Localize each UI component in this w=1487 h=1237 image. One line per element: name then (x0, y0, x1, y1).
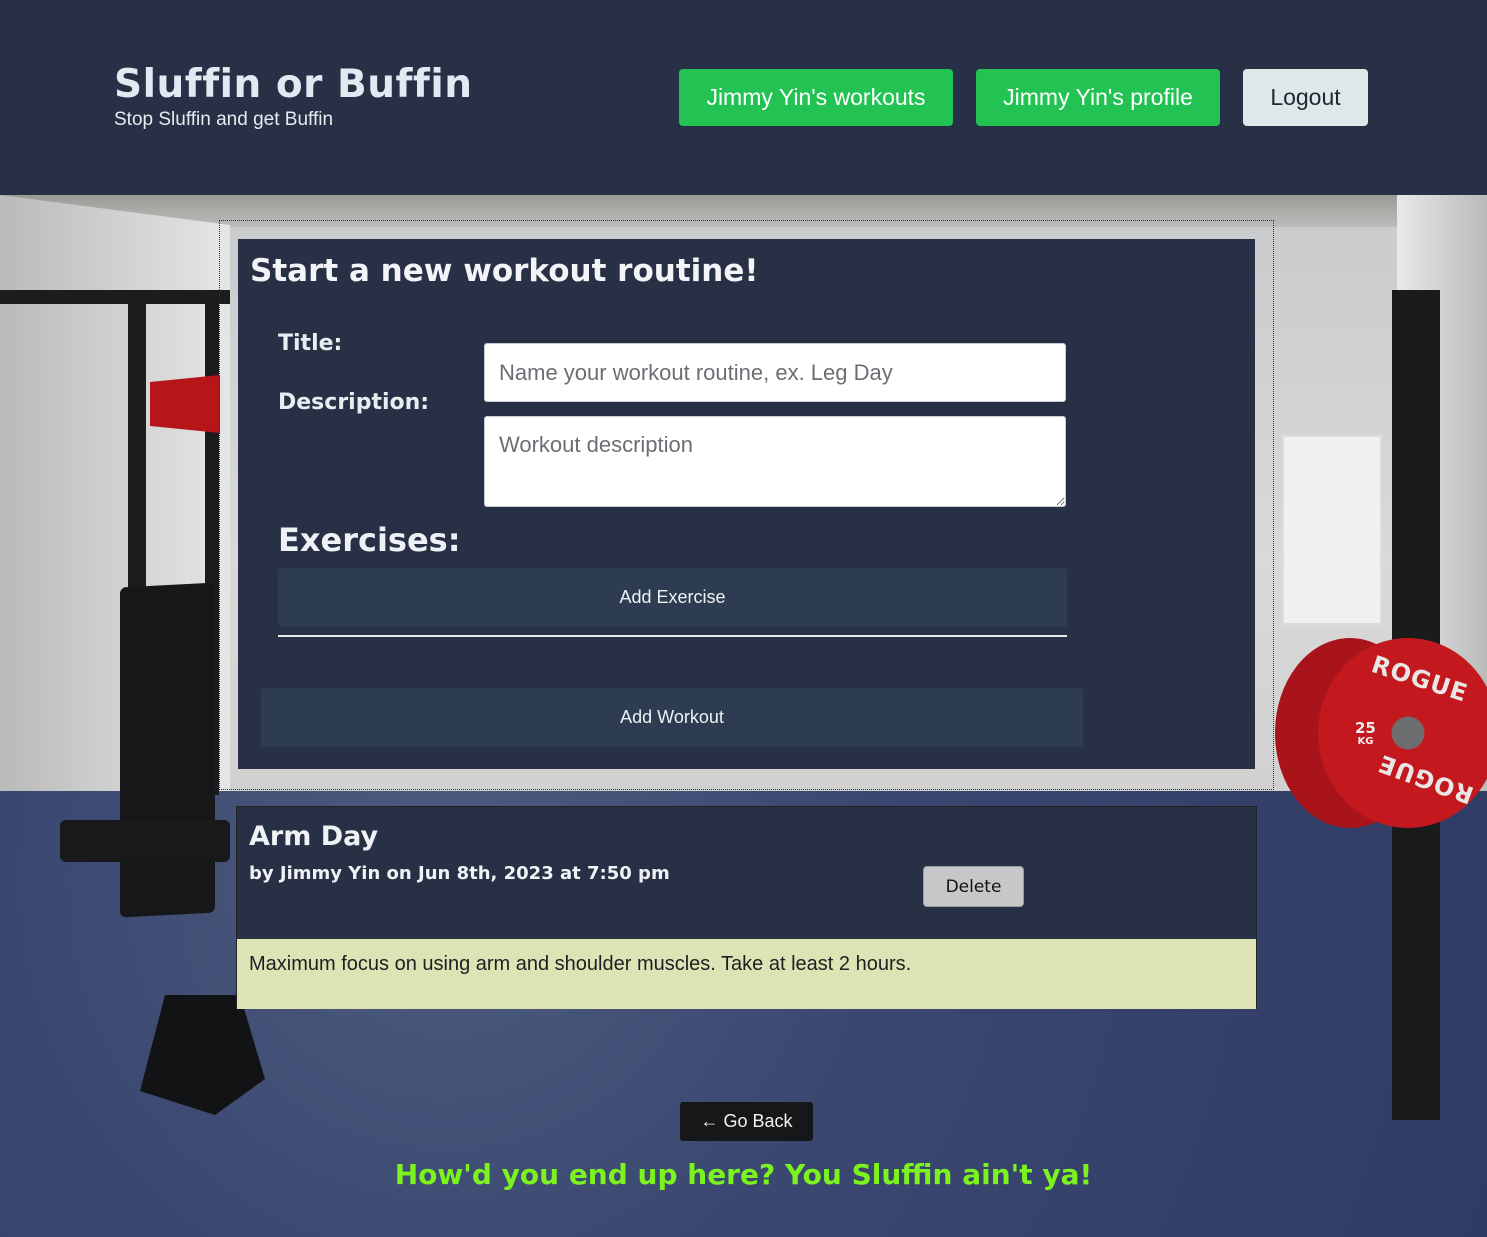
add-exercise-button[interactable]: Add Exercise (278, 568, 1067, 627)
exercises-divider (278, 635, 1067, 637)
exercises-label: Exercises: (278, 521, 461, 559)
logout-button[interactable]: Logout (1243, 69, 1368, 126)
my-profile-button[interactable]: Jimmy Yin's profile (976, 69, 1220, 126)
site-header: Sluffin or Buffin Stop Sluffin and get B… (0, 0, 1487, 195)
workout-card: Arm Day by Jimmy Yin on Jun 8th, 2023 at… (236, 806, 1257, 1009)
site-title[interactable]: Sluffin or Buffin (114, 62, 473, 107)
delete-workout-button[interactable]: Delete (923, 866, 1024, 907)
site-subtitle: Stop Sluffin and get Buffin (114, 109, 334, 130)
new-workout-form: Start a new workout routine! Title: Desc… (238, 239, 1255, 769)
title-label: Title: (278, 331, 343, 356)
my-workouts-button[interactable]: Jimmy Yin's workouts (679, 69, 953, 126)
rack-crossbar (0, 290, 230, 304)
bench-back (120, 582, 215, 918)
bench-seat (60, 820, 230, 862)
go-back-button[interactable]: ← Go Back (680, 1102, 813, 1141)
workout-card-header: Arm Day by Jimmy Yin on Jun 8th, 2023 at… (237, 807, 1256, 939)
form-heading: Start a new workout routine! (250, 253, 759, 289)
plate-weight-unit: KG (1357, 736, 1374, 747)
workout-meta: by Jimmy Yin on Jun 8th, 2023 at 7:50 pm (249, 863, 670, 884)
workout-description: Maximum focus on using arm and shoulder … (237, 939, 1256, 1009)
workout-description-input[interactable] (484, 416, 1066, 507)
add-workout-button[interactable]: Add Workout (261, 688, 1083, 747)
footer-tagline: How'd you end up here? You Sluffin ain't… (394, 1158, 1093, 1191)
wall-door (1282, 435, 1382, 625)
brand: Sluffin or Buffin Stop Sluffin and get B… (114, 62, 473, 131)
plate-weight: 25 KG (1355, 721, 1376, 748)
description-label: Description: (278, 390, 430, 415)
rack-red-sign (150, 375, 220, 433)
workout-title-input[interactable] (484, 343, 1066, 402)
workout-title[interactable]: Arm Day (249, 821, 378, 852)
